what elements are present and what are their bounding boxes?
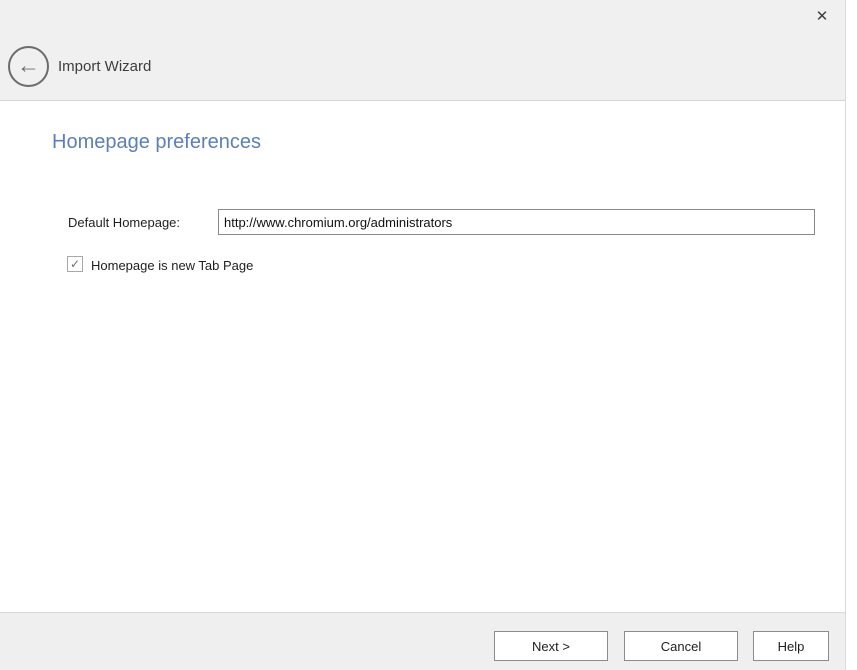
homepage-newtab-checkbox[interactable]: ✓ xyxy=(67,256,83,272)
checkmark-icon: ✓ xyxy=(70,258,80,270)
import-wizard-window: ✕ ← Import Wizard Homepage preferences D… xyxy=(0,0,846,670)
back-arrow-icon: ← xyxy=(17,54,40,77)
homepage-newtab-label: Homepage is new Tab Page xyxy=(91,258,253,273)
close-button[interactable]: ✕ xyxy=(810,5,834,29)
help-button[interactable]: Help xyxy=(753,631,829,661)
close-icon: ✕ xyxy=(816,8,829,25)
next-button[interactable]: Next > xyxy=(494,631,608,661)
window-title: Import Wizard xyxy=(58,58,151,75)
default-homepage-input[interactable] xyxy=(218,209,815,235)
cancel-button[interactable]: Cancel xyxy=(624,631,738,661)
titlebar: ✕ ← Import Wizard xyxy=(0,0,845,101)
page-title: Homepage preferences xyxy=(52,131,261,154)
back-button[interactable]: ← xyxy=(8,46,49,87)
default-homepage-label: Default Homepage: xyxy=(68,215,180,230)
